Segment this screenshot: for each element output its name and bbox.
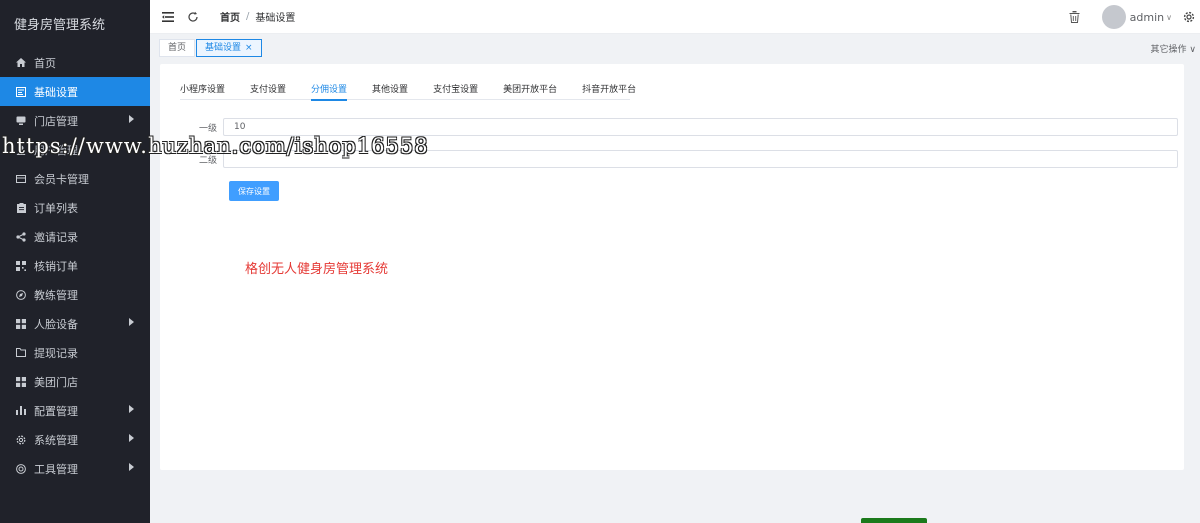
menu-toggle-icon[interactable] xyxy=(161,10,175,24)
settings-subtab[interactable]: 美团开放平台 xyxy=(503,78,557,100)
sidebar-item-label: 美团门店 xyxy=(34,375,78,389)
clipboard-icon xyxy=(14,202,28,213)
sidebar-item-label: 核销订单 xyxy=(34,259,78,273)
chevron-right-icon xyxy=(129,463,134,471)
sidebar-item[interactable]: 邀请记录 xyxy=(0,222,150,251)
gear-icon[interactable] xyxy=(1182,10,1196,24)
tool-icon xyxy=(14,463,28,474)
chevron-right-icon xyxy=(129,434,134,442)
sidebar-item[interactable]: 教练管理 xyxy=(0,280,150,309)
settings-doc-icon xyxy=(14,86,28,97)
tab-home[interactable]: 首页 xyxy=(159,39,196,57)
breadcrumb-current: 基础设置 xyxy=(255,13,296,24)
home-icon xyxy=(14,58,28,67)
compass-icon xyxy=(14,289,28,300)
sidebar-item-label: 基础设置 xyxy=(34,85,78,99)
settings-subtabs: 小程序设置 支付设置 分佣设置 其他设置 支付宝设置 美团开放平台 抖音开放平台 xyxy=(180,78,636,101)
product-name-text: 格创无人健身房管理系统 xyxy=(245,262,389,277)
settings-subtab[interactable]: 支付设置 xyxy=(250,78,286,100)
sidebar-item-label: 工具管理 xyxy=(34,462,78,476)
sidebar-item-label: 教练管理 xyxy=(34,288,78,302)
breadcrumb-home[interactable]: 首页 xyxy=(220,9,240,24)
level2-input[interactable] xyxy=(223,150,1178,168)
sidebar-menu: 首页基础设置门店管理用户管理会员卡管理订单列表邀请记录核销订单教练管理人脸设备提… xyxy=(0,48,150,483)
settings-card: 小程序设置 支付设置 分佣设置 其他设置 支付宝设置 美团开放平台 抖音开放平台 一级 二级… xyxy=(160,64,1184,470)
tab-label: 基础设置 xyxy=(205,43,242,53)
sidebar-item[interactable]: 提现记录 xyxy=(0,338,150,367)
chevron-down-icon: ∨ xyxy=(1166,12,1172,22)
sidebar-item[interactable]: 人脸设备 xyxy=(0,309,150,338)
store-icon xyxy=(14,116,28,125)
level2-row: 二级 xyxy=(180,150,1178,168)
sidebar-item[interactable]: 核销订单 xyxy=(0,251,150,280)
page-tabs-bar: 首页 基础设置 × 其它操作 ∨ xyxy=(150,34,1200,62)
sidebar-item[interactable]: 工具管理 xyxy=(0,454,150,483)
close-icon[interactable]: × xyxy=(245,43,253,53)
apps-icon xyxy=(14,376,28,387)
grid-icon xyxy=(14,260,28,271)
breadcrumb-separator: / xyxy=(246,11,250,22)
sidebar-item-label: 系统管理 xyxy=(34,433,78,447)
gear-icon xyxy=(14,435,28,445)
trash-icon[interactable] xyxy=(1068,10,1082,24)
level1-row: 一级 xyxy=(180,118,1178,136)
chevron-right-icon xyxy=(129,318,134,326)
settings-subtab[interactable]: 小程序设置 xyxy=(180,78,225,100)
user-menu[interactable]: admin ∨ xyxy=(1130,11,1172,24)
sidebar-item[interactable]: 门店管理 xyxy=(0,106,150,135)
settings-subtab[interactable]: 其他设置 xyxy=(372,78,408,100)
sidebar-item-label: 配置管理 xyxy=(34,404,78,418)
sidebar: 健身房管理系统 首页基础设置门店管理用户管理会员卡管理订单列表邀请记录核销订单教… xyxy=(0,0,150,523)
sidebar-item-label: 人脸设备 xyxy=(34,317,78,331)
bottom-badge xyxy=(861,518,927,523)
level2-label: 二级 xyxy=(198,155,217,166)
sidebar-item[interactable]: 基础设置 xyxy=(0,77,150,106)
sidebar-item-label: 订单列表 xyxy=(34,201,78,215)
bar-chart-icon xyxy=(14,406,28,415)
sidebar-item-label: 邀请记录 xyxy=(34,230,78,244)
sidebar-item[interactable]: 美团门店 xyxy=(0,367,150,396)
refresh-icon[interactable] xyxy=(186,10,200,24)
sidebar-item-label: 首页 xyxy=(34,56,56,70)
avatar[interactable] xyxy=(1101,5,1126,29)
other-operations-dropdown[interactable]: 其它操作 ∨ xyxy=(1151,42,1196,55)
sidebar-item[interactable]: 配置管理 xyxy=(0,396,150,425)
settings-subtab[interactable]: 抖音开放平台 xyxy=(582,78,636,100)
sidebar-item[interactable]: 用户管理 xyxy=(0,135,150,164)
sidebar-item[interactable]: 系统管理 xyxy=(0,425,150,454)
sidebar-item[interactable]: 会员卡管理 xyxy=(0,164,150,193)
app-title: 健身房管理系统 xyxy=(14,18,106,33)
sidebar-item-label: 提现记录 xyxy=(34,346,78,360)
sidebar-item-label: 门店管理 xyxy=(34,114,78,128)
settings-subtab[interactable]: 分佣设置 xyxy=(311,78,348,101)
sidebar-item[interactable]: 订单列表 xyxy=(0,193,150,222)
username: admin xyxy=(1129,10,1165,24)
level1-input[interactable] xyxy=(223,118,1178,136)
save-settings-button[interactable]: 保存设置 xyxy=(229,181,279,201)
level1-label: 一级 xyxy=(198,123,217,134)
sidebar-item[interactable]: 首页 xyxy=(0,48,150,77)
chevron-right-icon xyxy=(129,115,134,123)
tab-basic-settings[interactable]: 基础设置 × xyxy=(196,39,262,57)
breadcrumb: 首页 / 基础设置 xyxy=(220,9,295,24)
apps-icon xyxy=(14,318,28,329)
settings-subtab[interactable]: 支付宝设置 xyxy=(433,78,478,100)
share-icon xyxy=(14,231,28,242)
chevron-right-icon xyxy=(129,405,134,413)
header-right: admin ∨ xyxy=(1068,0,1200,34)
top-header: 首页 / 基础设置 admin ∨ xyxy=(150,0,1200,34)
user-icon xyxy=(14,145,28,155)
sidebar-item-label: 用户管理 xyxy=(34,143,78,157)
card-icon xyxy=(14,174,28,183)
sidebar-item-label: 会员卡管理 xyxy=(34,172,89,186)
folder-icon xyxy=(14,348,28,357)
